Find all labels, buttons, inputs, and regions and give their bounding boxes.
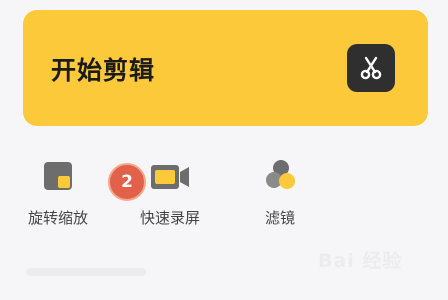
placeholder-bar [26,268,146,276]
video-camera-icon [151,165,189,189]
tool-filter[interactable]: 滤镜 [230,150,330,240]
tool-rotate-scale[interactable]: 旋转缩放 [8,150,108,240]
tool-label-filter: 滤镜 [264,209,295,227]
watermark: Bai 经验 [318,250,403,272]
rotate-scale-icon [44,162,72,190]
start-editing-banner[interactable]: 开始剪辑 [23,10,428,126]
tool-label-screen-record: 快速录屏 [139,209,200,227]
tool-label-rotate-scale: 旋转缩放 [27,209,88,227]
filter-icon [266,160,295,189]
banner-title: 开始剪辑 [51,56,156,85]
scissors-icon [360,56,382,80]
scissors-button[interactable] [347,44,395,92]
editor-home-screen: 开始剪辑 旋转缩放 快速录屏 2 滤镜 Bai 经验 [0,0,448,300]
step-number-badge: 2 [108,163,146,201]
